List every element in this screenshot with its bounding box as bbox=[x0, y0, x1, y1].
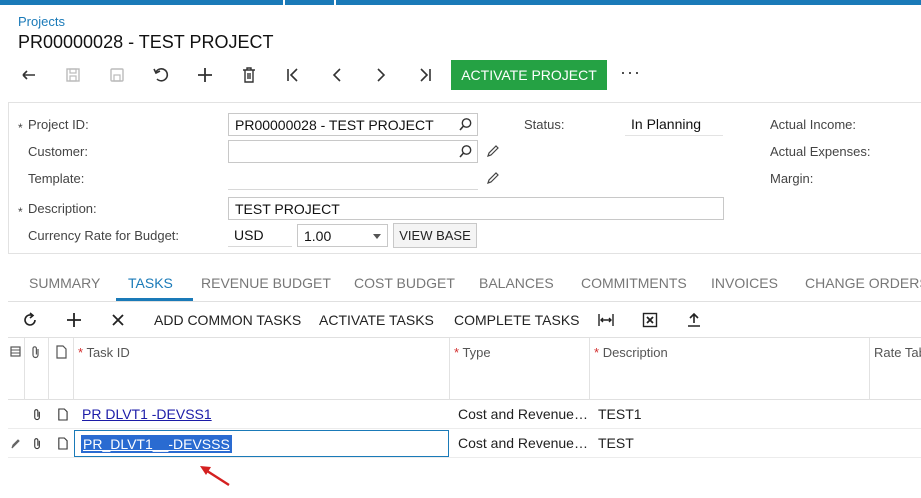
active-tab-indicator bbox=[116, 298, 193, 301]
attachment-icon[interactable] bbox=[30, 345, 42, 359]
currency-rate-label: Currency Rate for Budget: bbox=[28, 228, 180, 243]
status-value: In Planning bbox=[631, 116, 702, 132]
delete-row-icon[interactable] bbox=[109, 311, 127, 329]
currency-value: USD bbox=[234, 227, 264, 243]
grid-toolbar: ADD COMMON TASKS ACTIVATE TASKS COMPLETE… bbox=[8, 302, 921, 338]
project-summary-form: * Project ID: PR00000028 - TEST PROJECT … bbox=[8, 102, 921, 254]
description-value: TEST PROJECT bbox=[235, 201, 340, 217]
first-icon[interactable] bbox=[280, 62, 306, 88]
breadcrumb[interactable]: Projects bbox=[18, 14, 65, 29]
edit-template-icon[interactable] bbox=[485, 171, 500, 186]
note-icon[interactable] bbox=[55, 345, 67, 359]
chevron-down-icon bbox=[373, 234, 381, 239]
task-description[interactable]: TEST1 bbox=[598, 406, 642, 422]
complete-tasks-button[interactable]: COMPLETE TASKS bbox=[454, 312, 580, 328]
more-options-icon[interactable]: ··· bbox=[620, 62, 641, 83]
tab-change-orders[interactable]: CHANGE ORDERS bbox=[805, 275, 921, 291]
template-field[interactable] bbox=[228, 167, 478, 190]
refresh-icon[interactable] bbox=[21, 311, 39, 329]
task-id-link[interactable]: PR DLVT1 -DEVSS1 bbox=[82, 406, 212, 422]
rate-value: 1.00 bbox=[304, 228, 332, 244]
main-toolbar: ACTIVATE PROJECT ··· bbox=[8, 58, 708, 92]
template-label: Template: bbox=[28, 171, 85, 186]
task-type[interactable]: Cost and Revenue… bbox=[458, 406, 588, 422]
task-id-selected-text: PR_DLVT1__-DEVSSS bbox=[81, 435, 232, 453]
column-header-task-id[interactable]: * Task ID bbox=[78, 345, 130, 360]
delete-icon[interactable] bbox=[236, 62, 262, 88]
column-header-description[interactable]: * Description bbox=[594, 345, 668, 360]
actual-expenses-label: Actual Expenses: bbox=[770, 144, 871, 159]
column-header-type[interactable]: * Type bbox=[454, 345, 491, 360]
note-icon[interactable] bbox=[57, 408, 68, 421]
back-icon[interactable] bbox=[16, 62, 42, 88]
tab-summary[interactable]: SUMMARY bbox=[29, 275, 100, 291]
project-id-label: Project ID: bbox=[28, 117, 89, 132]
export-excel-icon[interactable] bbox=[641, 311, 659, 329]
project-id-value: PR00000028 - TEST PROJECT bbox=[235, 117, 434, 133]
status-underline bbox=[625, 135, 723, 136]
activate-tasks-button[interactable]: ACTIVATE TASKS bbox=[319, 312, 434, 328]
actual-income-label: Actual Income: bbox=[770, 117, 856, 132]
next-icon[interactable] bbox=[368, 62, 394, 88]
edit-customer-icon[interactable] bbox=[485, 144, 500, 159]
tab-revenue-budget[interactable]: REVENUE BUDGET bbox=[201, 275, 331, 291]
save-icon[interactable] bbox=[60, 62, 86, 88]
task-id-input[interactable]: PR_DLVT1__-DEVSSS bbox=[74, 430, 449, 457]
fit-columns-icon[interactable] bbox=[597, 311, 615, 329]
margin-label: Margin: bbox=[770, 171, 814, 186]
tab-commitments[interactable]: COMMITMENTS bbox=[581, 275, 687, 291]
currency-field[interactable]: USD bbox=[228, 224, 292, 247]
attachment-icon[interactable] bbox=[32, 408, 43, 421]
add-icon[interactable] bbox=[192, 62, 218, 88]
table-row[interactable]: PR_DLVT1__-DEVSSS Cost and Revenue… TEST bbox=[8, 429, 921, 458]
last-icon[interactable] bbox=[412, 62, 438, 88]
tab-bar: SUMMARY TASKS REVENUE BUDGET COST BUDGET… bbox=[8, 266, 921, 302]
tab-cost-budget[interactable]: COST BUDGET bbox=[354, 275, 455, 291]
undo-icon[interactable] bbox=[148, 62, 174, 88]
annotation-arrow-icon bbox=[200, 466, 230, 487]
required-mark: * bbox=[18, 121, 23, 135]
customer-label: Customer: bbox=[28, 144, 88, 159]
add-common-tasks-button[interactable]: ADD COMMON TASKS bbox=[154, 312, 301, 328]
project-id-field[interactable]: PR00000028 - TEST PROJECT bbox=[228, 113, 478, 136]
task-description[interactable]: TEST bbox=[598, 435, 634, 451]
view-base-button[interactable]: VIEW BASE bbox=[393, 223, 477, 248]
attachment-icon[interactable] bbox=[32, 437, 43, 450]
save-close-icon[interactable] bbox=[104, 62, 130, 88]
add-row-icon[interactable] bbox=[65, 311, 83, 329]
search-icon[interactable] bbox=[458, 117, 473, 132]
task-type[interactable]: Cost and Revenue… bbox=[458, 435, 588, 451]
note-icon[interactable] bbox=[57, 437, 68, 450]
tab-tasks[interactable]: TASKS bbox=[128, 275, 173, 291]
status-label: Status: bbox=[524, 117, 565, 132]
search-icon[interactable] bbox=[458, 144, 473, 159]
description-field[interactable]: TEST PROJECT bbox=[228, 197, 724, 220]
tasks-grid: * Task ID * Type * Description Rate Tab … bbox=[8, 338, 921, 498]
activate-project-button[interactable]: ACTIVATE PROJECT bbox=[451, 60, 607, 90]
top-accent-bar bbox=[0, 0, 921, 5]
description-label: Description: bbox=[28, 201, 97, 216]
page-title: PR00000028 - TEST PROJECT bbox=[18, 32, 274, 52]
prev-icon[interactable] bbox=[324, 62, 350, 88]
edit-row-icon bbox=[11, 439, 20, 449]
grid-header: * Task ID * Type * Description Rate Tab bbox=[8, 338, 921, 400]
tab-balances[interactable]: BALANCES bbox=[479, 275, 554, 291]
required-mark: * bbox=[18, 205, 23, 219]
row-selector-icon[interactable] bbox=[9, 345, 23, 359]
tab-invoices[interactable]: INVOICES bbox=[711, 275, 778, 291]
rate-select[interactable]: 1.00 bbox=[297, 224, 388, 247]
customer-field[interactable] bbox=[228, 140, 478, 163]
upload-icon[interactable] bbox=[685, 311, 703, 329]
table-row[interactable]: PR DLVT1 -DEVSS1 Cost and Revenue… TEST1 bbox=[8, 400, 921, 429]
column-header-rate-table[interactable]: Rate Tab bbox=[874, 345, 921, 360]
